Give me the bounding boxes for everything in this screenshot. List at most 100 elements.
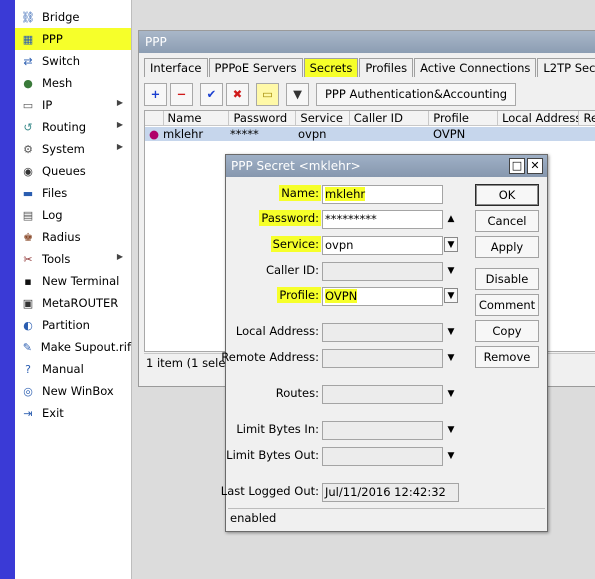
filter-button[interactable]: ▼ (286, 82, 309, 106)
user-icon: ● (148, 127, 159, 141)
add-button[interactable]: + (144, 82, 167, 106)
close-icon[interactable]: ✕ (527, 158, 543, 174)
tab-l2tp-secrets[interactable]: L2TP Secrets (537, 58, 595, 77)
ppp-authentication-accounting-button[interactable]: PPP Authentication&Accounting (316, 82, 517, 106)
limit-bytes-in-label: Limit Bytes In: (236, 422, 319, 436)
sidebar-item-bridge[interactable]: ⛓ Bridge (15, 6, 131, 28)
sidebar-item-label: System (42, 142, 85, 156)
apply-button[interactable]: Apply (475, 236, 539, 258)
sidebar-item-system[interactable]: ⚙ System ▶ (15, 138, 131, 160)
tab-profiles[interactable]: Profiles (359, 58, 414, 77)
comment-secret-button[interactable]: Comment (475, 294, 539, 316)
ok-button[interactable]: OK (475, 184, 539, 206)
limit-bytes-out-dropdown-icon[interactable]: ▼ (444, 448, 458, 463)
local-address-field[interactable] (322, 323, 443, 342)
sidebar-item-exit[interactable]: ⇥ Exit (15, 402, 131, 424)
toolbar: + − ✔ ✖ ▭ ▼ PPP Authentication&Accountin… (144, 82, 519, 106)
local-address-dropdown-icon[interactable]: ▼ (444, 324, 458, 339)
sidebar-item-label: Routing (42, 120, 87, 134)
sidebar-item-label: New Terminal (42, 274, 120, 288)
row-local-address (499, 127, 582, 141)
sidebar-item-ip[interactable]: ▭ IP ▶ (15, 94, 131, 116)
queues-icon: ◉ (23, 164, 33, 178)
sidebar-item-routing[interactable]: ↺ Routing ▶ (15, 116, 131, 138)
partition-icon: ◐ (23, 318, 33, 332)
sidebar-item-mesh[interactable]: ● Mesh (15, 72, 131, 94)
password-field[interactable]: ********* (322, 210, 443, 229)
routes-field[interactable] (322, 385, 443, 404)
terminal-icon: ▪ (24, 274, 32, 288)
sidebar-menu: ⛓ Bridge ▦ PPP ⇄ Switch ● Mesh ▭ IP ▶ ↺ Routing ▶ ⚙ Sys… (15, 0, 132, 579)
tab-pppoe-servers[interactable]: PPPoE Servers (208, 58, 303, 77)
supout-icon: ✎ (22, 340, 32, 354)
sidebar-item-log[interactable]: ▤ Log (15, 204, 131, 226)
row-name: mklehr (163, 127, 204, 141)
name-field[interactable]: mklehr (322, 185, 443, 204)
sidebar-item-label: Files (42, 186, 68, 200)
profile-dropdown-icon[interactable]: ▼ (444, 288, 458, 303)
sidebar-item-switch[interactable]: ⇄ Switch (15, 50, 131, 72)
sidebar-item-metarouter[interactable]: ▣ MetaROUTER (15, 292, 131, 314)
sidebar-item-queues[interactable]: ◉ Queues (15, 160, 131, 182)
submenu-arrow-icon: ▶ (116, 120, 123, 129)
sidebar-item-label: Partition (42, 318, 90, 332)
remove-secret-button[interactable]: Remove (475, 346, 539, 368)
remote-address-dropdown-icon[interactable]: ▼ (444, 350, 458, 365)
tab-bar: Interface PPPoE Servers Secrets Profiles Act… (144, 58, 595, 78)
tools-icon: ✂ (23, 252, 33, 266)
sidebar-item-tools[interactable]: ✂ Tools ▶ (15, 248, 131, 270)
sidebar-item-ppp[interactable]: ▦ PPP (15, 28, 131, 50)
sidebar-item-partition[interactable]: ◐ Partition (15, 314, 131, 336)
column-header-remote[interactable]: Re (579, 111, 595, 125)
files-icon: ▬ (22, 186, 34, 200)
comment-button[interactable]: ▭ (256, 82, 279, 106)
password-label: Password: (259, 210, 321, 226)
sidebar-item-radius[interactable]: ♚ Radius (15, 226, 131, 248)
column-header-caller-id[interactable]: Caller ID (350, 111, 430, 125)
tab-interface[interactable]: Interface (144, 58, 208, 77)
sidebar-item-manual[interactable]: ? Manual (15, 358, 131, 380)
ppp-icon: ▦ (22, 32, 34, 46)
service-dropdown-icon[interactable]: ▼ (444, 237, 458, 252)
password-toggle-icon[interactable]: ▲ (444, 211, 458, 226)
limit-bytes-out-field[interactable] (322, 447, 443, 466)
sidebar-item-new-winbox[interactable]: ◎ New WinBox (15, 380, 131, 402)
table-row[interactable]: ● mklehr ***** ovpn OVPN (145, 127, 595, 141)
cancel-button[interactable]: Cancel (475, 210, 539, 232)
table-header: Name Password Service Caller ID Profile … (145, 111, 595, 126)
submenu-arrow-icon: ▶ (116, 142, 123, 151)
system-icon: ⚙ (23, 142, 33, 156)
column-header-password[interactable]: Password (229, 111, 297, 125)
column-header-service[interactable]: Service (296, 111, 350, 125)
copy-button[interactable]: Copy (475, 320, 539, 342)
column-header-local-address[interactable]: Local Address (498, 111, 580, 125)
last-logged-out-label: Last Logged Out: (220, 484, 319, 498)
tab-secrets[interactable]: Secrets (303, 58, 359, 77)
sidebar-item-make-supout-rif[interactable]: ✎ Make Supout.rif (15, 336, 131, 358)
maximize-icon[interactable]: □ (509, 158, 525, 174)
caller-id-dropdown-icon[interactable]: ▼ (444, 263, 458, 278)
sidebar-item-label: Tools (42, 252, 71, 266)
log-icon: ▤ (22, 208, 34, 222)
sidebar-item-files[interactable]: ▬ Files (15, 182, 131, 204)
tab-active-connections[interactable]: Active Connections (414, 58, 537, 77)
sidebar-item-label: Exit (42, 406, 64, 420)
remote-address-label: Remote Address: (221, 350, 319, 364)
limit-bytes-in-dropdown-icon[interactable]: ▼ (444, 422, 458, 437)
profile-select[interactable]: OVPN (322, 287, 443, 306)
sidebar-item-label: PPP (42, 32, 63, 46)
column-header-profile[interactable]: Profile (429, 111, 499, 125)
column-header-name[interactable]: Name (164, 111, 230, 125)
sidebar-item-new-terminal[interactable]: ▪ New Terminal (15, 270, 131, 292)
disable-button[interactable]: ✖ (226, 82, 249, 106)
disable-secret-button[interactable]: Disable (475, 268, 539, 290)
remove-button[interactable]: − (170, 82, 193, 106)
remote-address-field[interactable] (322, 349, 443, 368)
routes-label: Routes: (275, 386, 319, 400)
mesh-icon: ● (23, 76, 33, 90)
limit-bytes-in-field[interactable] (322, 421, 443, 440)
caller-id-field[interactable] (322, 262, 443, 281)
routes-dropdown-icon[interactable]: ▼ (444, 386, 458, 401)
service-select[interactable]: ovpn (322, 236, 443, 255)
enable-button[interactable]: ✔ (200, 82, 223, 106)
